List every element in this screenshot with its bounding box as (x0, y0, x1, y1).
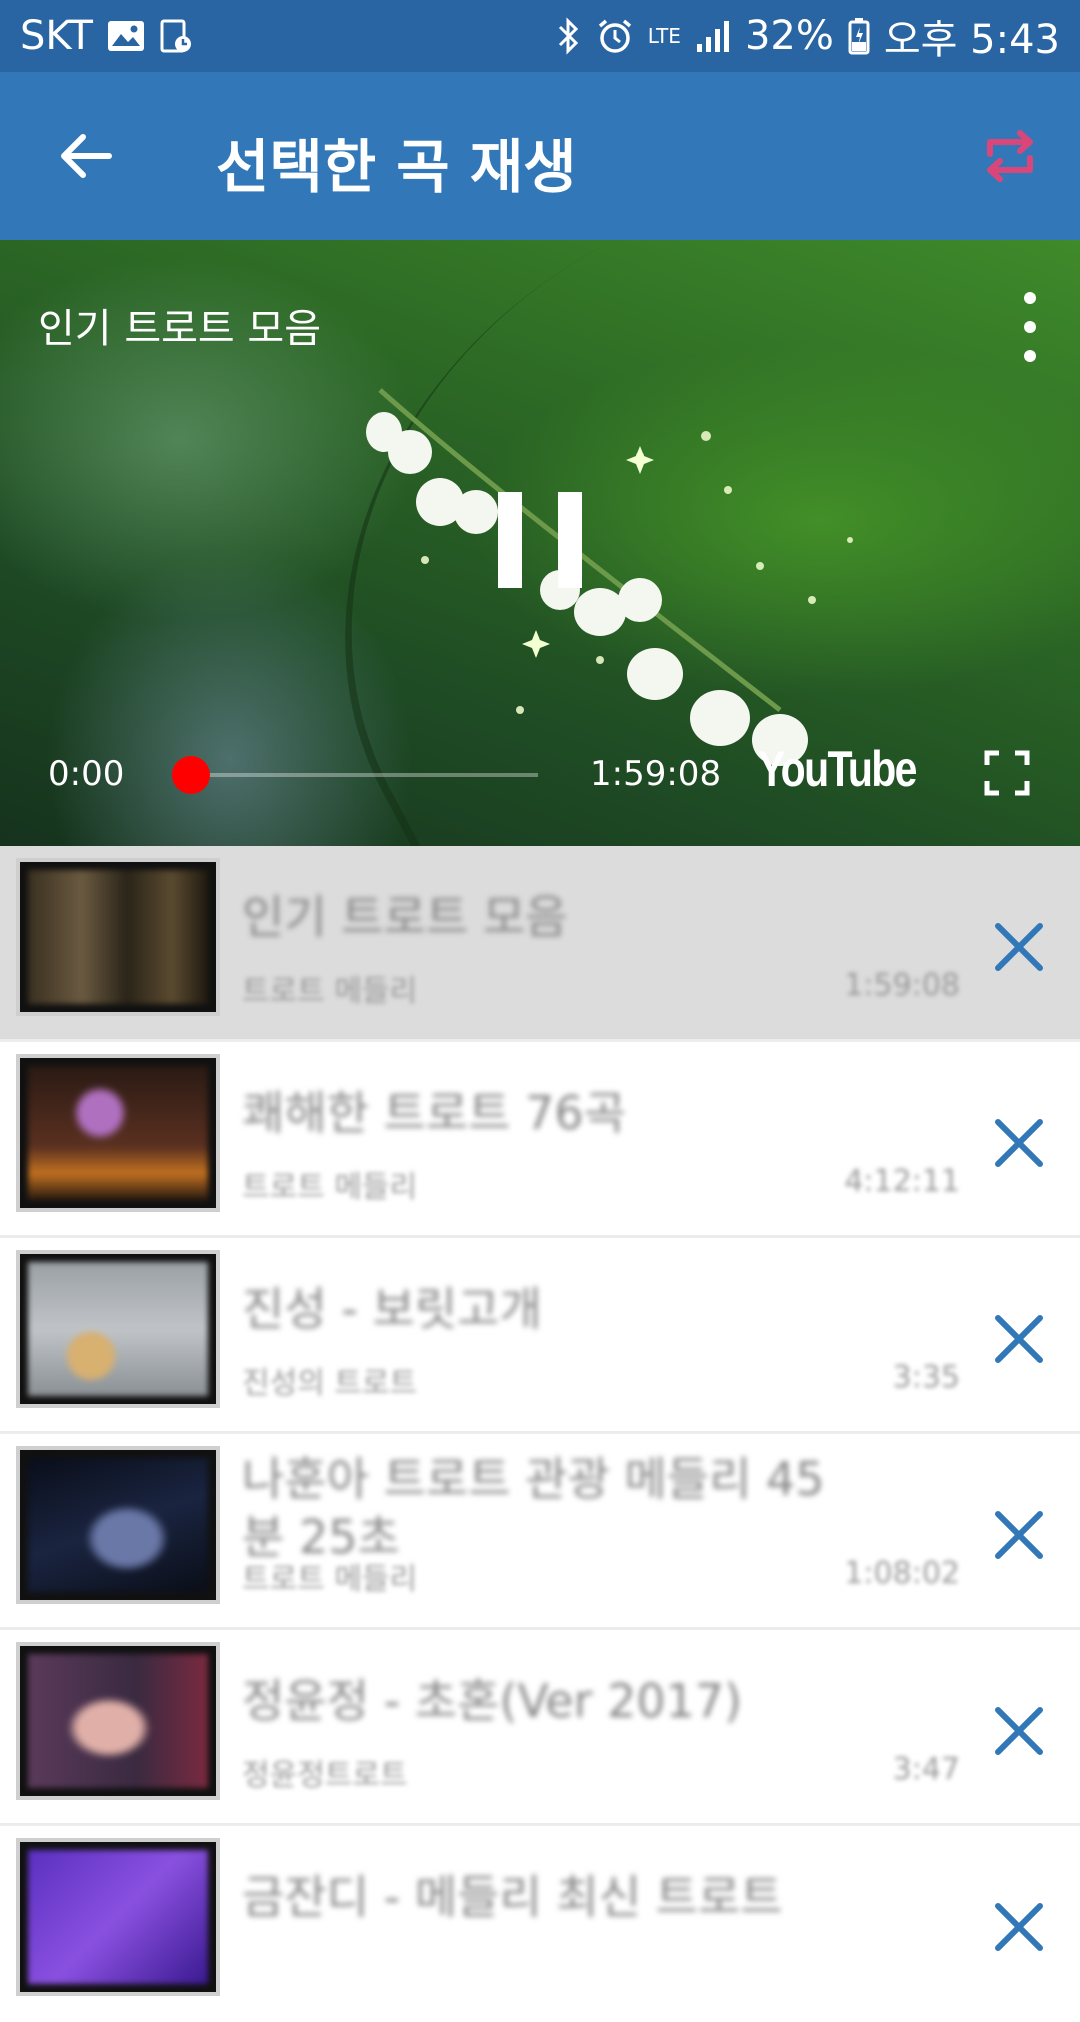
video-thumbnail (20, 1450, 216, 1600)
current-time: 0:00 (48, 754, 125, 794)
seek-bar[interactable] (190, 773, 538, 777)
fullscreen-icon (984, 750, 1030, 796)
item-channel: 트로트 메들리 (242, 1170, 418, 1205)
playlist: 인기 트로트 모음 트로트 메들리 1:59:08 쾌해한 트로트 76곡 트로… (0, 846, 1080, 2022)
video-thumbnail (20, 1254, 216, 1404)
seek-handle[interactable] (172, 756, 210, 794)
playlist-item[interactable]: 진성 - 보릿고개 진성의 트로트 3:35 (0, 1238, 1080, 1434)
alarm-icon (598, 19, 631, 53)
item-channel: 진성의 트로트 (242, 1366, 418, 1401)
repeat-icon (987, 130, 1033, 182)
image-notification-icon (107, 21, 144, 51)
carrier-label: SKT (20, 13, 93, 59)
network-type-label: LTE (647, 24, 681, 48)
youtube-logo[interactable]: YouTube (758, 740, 917, 798)
item-duration: 1:08:02 (844, 1556, 960, 1591)
back-button[interactable] (40, 114, 130, 198)
signal-icon (696, 21, 729, 52)
remove-item-button[interactable] (990, 918, 1048, 976)
video-thumbnail (20, 1842, 216, 1992)
playlist-item[interactable]: 정윤정 - 초혼(Ver 2017) 정윤정트로트 3:47 (0, 1630, 1080, 1826)
item-duration: 3:35 (892, 1360, 960, 1395)
video-thumbnail (20, 1058, 216, 1208)
remove-item-button[interactable] (990, 1114, 1048, 1172)
item-title: 쾌해한 트로트 76곡 (242, 1086, 627, 1140)
playlist-item[interactable]: 금잔디 - 메들리 최신 트로트 (0, 1826, 1080, 2022)
battery-icon (848, 18, 870, 55)
item-title: 인기 트로트 모음 (242, 890, 568, 944)
status-bar: SKT LTE 32% 오후 5:43 (0, 0, 1080, 72)
video-player[interactable]: 인기 트로트 모음 0:00 1:59:08 YouTube (0, 240, 1080, 846)
video-title: 인기 트로트 모음 (38, 306, 322, 352)
more-options-button[interactable] (1010, 292, 1050, 362)
playlist-item[interactable]: 나훈아 트로트 관광 메들리 45분 25초 트로트 메들리 1:08:02 (0, 1434, 1080, 1630)
fullscreen-button[interactable] (984, 750, 1030, 796)
playlist-item[interactable]: 인기 트로트 모음 트로트 메들리 1:59:08 (0, 846, 1080, 1042)
battery-percent: 32% (744, 13, 834, 59)
item-channel: 트로트 메들리 (242, 1562, 418, 1597)
remove-item-button[interactable] (990, 1310, 1048, 1368)
remove-item-button[interactable] (990, 1898, 1048, 1956)
item-title: 나훈아 트로트 관광 메들리 45분 25초 (242, 1452, 825, 1564)
clock: 오후 5:43 (883, 17, 1060, 63)
calendar-notification-icon (160, 19, 191, 53)
arrow-left-icon (61, 134, 112, 178)
video-thumbnail (20, 1646, 216, 1796)
item-title: 금잔디 - 메들리 최신 트로트 (242, 1870, 783, 1924)
video-duration: 1:59:08 (590, 754, 722, 794)
app-bar: 선택한 곡 재생 (0, 72, 1080, 240)
item-duration: 1:59:08 (844, 968, 960, 1003)
remove-item-button[interactable] (990, 1702, 1048, 1760)
item-duration: 3:47 (892, 1752, 960, 1787)
item-title: 정윤정 - 초혼(Ver 2017) (242, 1674, 743, 1728)
playlist-item[interactable]: 쾌해한 트로트 76곡 트로트 메들리 4:12:11 (0, 1042, 1080, 1238)
item-channel: 트로트 메들리 (242, 974, 418, 1009)
video-thumbnail (20, 862, 216, 1012)
bluetooth-icon (558, 17, 578, 55)
pause-button[interactable] (498, 492, 582, 588)
page-title: 선택한 곡 재생 (216, 133, 577, 201)
repeat-button[interactable] (968, 114, 1052, 198)
item-channel: 정윤정트로트 (242, 1758, 408, 1793)
item-duration: 4:12:11 (844, 1164, 960, 1199)
item-title: 진성 - 보릿고개 (242, 1282, 542, 1336)
remove-item-button[interactable] (990, 1506, 1048, 1564)
